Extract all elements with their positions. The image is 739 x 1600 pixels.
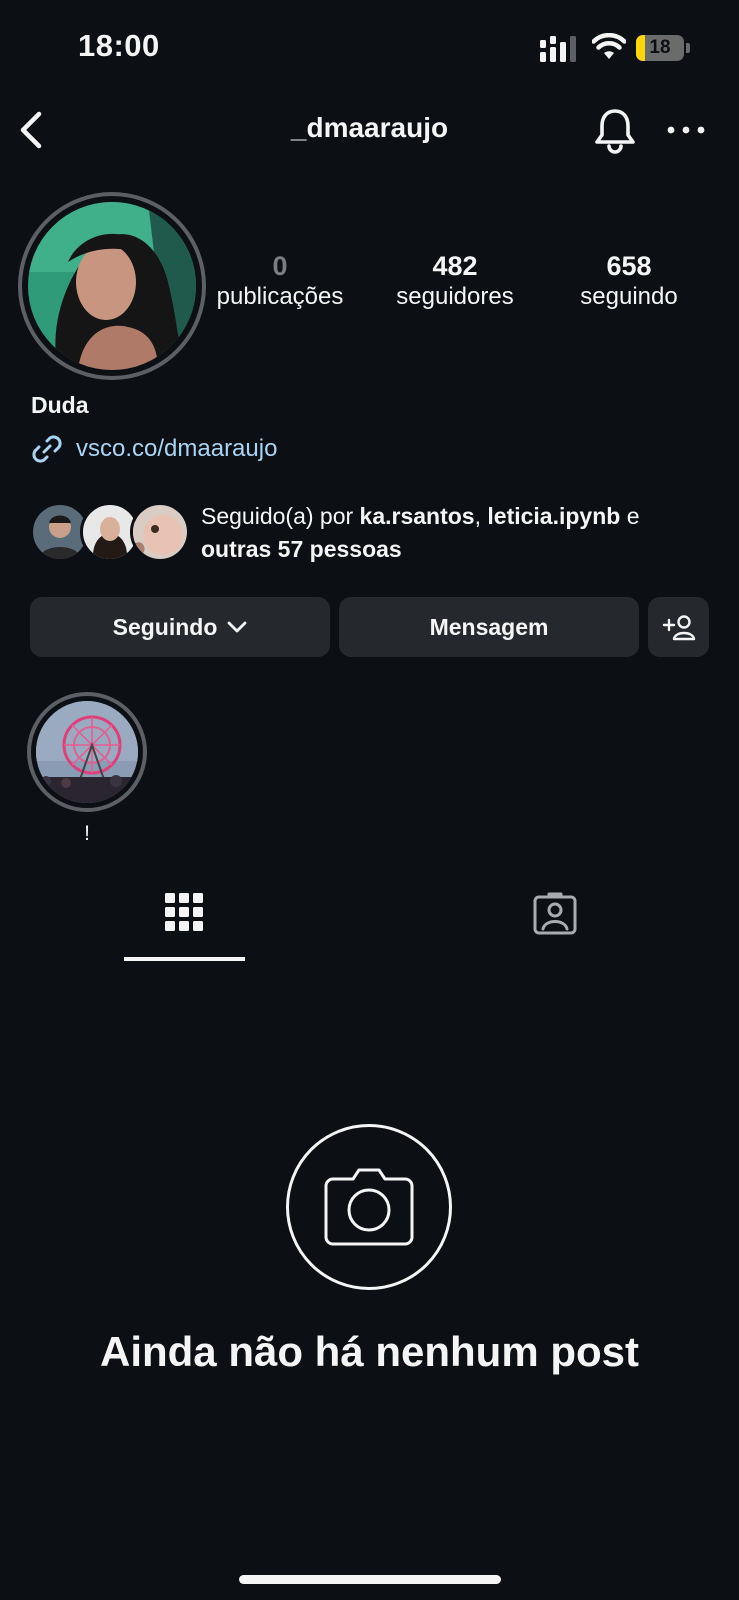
following-button[interactable]: Seguindo xyxy=(30,597,330,657)
chevron-left-icon xyxy=(20,111,42,149)
following-count: 658 xyxy=(606,251,652,281)
story-highlight[interactable] xyxy=(27,692,147,812)
battery-level: 18 xyxy=(649,37,671,58)
grid-icon xyxy=(165,893,203,931)
mutual-user-2[interactable]: leticia.ipynb xyxy=(487,503,620,529)
following-label: seguindo xyxy=(580,283,678,310)
mutual-user-1[interactable]: ka.rsantos xyxy=(360,503,475,529)
bell-icon xyxy=(595,109,635,154)
posts-label: publicações xyxy=(216,283,344,310)
mutual-others[interactable]: outras 57 pessoas xyxy=(201,536,402,562)
back-button[interactable] xyxy=(14,108,50,152)
profile-avatar[interactable] xyxy=(18,192,206,380)
cellular-signal-icon xyxy=(540,36,576,62)
mutual-avatar xyxy=(130,502,190,562)
profile-username: _dmaaraujo xyxy=(290,112,449,143)
ellipsis-icon xyxy=(667,126,705,134)
profile-photo xyxy=(28,202,196,370)
wifi-icon xyxy=(592,33,626,59)
status-time: 18:00 xyxy=(78,28,160,63)
highlight-cover xyxy=(36,701,138,803)
posts-count: 0 xyxy=(272,251,288,281)
mutual-followers-text[interactable]: Seguido(a) por ka.rsantos, leticia.ipynb… xyxy=(201,500,701,566)
highlight-label: ! xyxy=(84,822,90,845)
active-tab-indicator xyxy=(124,957,245,961)
followed-by-conjunction: e xyxy=(620,503,640,529)
display-name: Duda xyxy=(31,392,89,418)
add-user-icon xyxy=(662,615,695,641)
followers-label: seguidores xyxy=(396,283,514,310)
avatar xyxy=(28,202,196,370)
tab-posts-grid[interactable] xyxy=(124,892,244,952)
camera-icon xyxy=(324,1168,414,1246)
message-button[interactable]: Mensagem xyxy=(339,597,639,657)
stat-followers[interactable]: 482 seguidores xyxy=(375,250,535,312)
followers-count: 482 xyxy=(432,251,478,281)
chevron-down-icon xyxy=(227,621,247,633)
stat-posts[interactable]: 0 publicações xyxy=(200,250,360,312)
tagged-person-icon xyxy=(533,892,577,935)
link-icon xyxy=(32,435,62,463)
suggested-users-button[interactable] xyxy=(648,597,709,657)
empty-state-title: Ainda não há nenhum post xyxy=(99,1328,639,1375)
followed-by-separator: , xyxy=(474,503,488,529)
empty-state-camera xyxy=(286,1124,452,1290)
notifications-button[interactable] xyxy=(592,106,638,154)
tab-tagged[interactable] xyxy=(495,892,615,952)
battery-indicator: 18 xyxy=(636,35,690,61)
link-text: vsco.co/dmaaraujo xyxy=(76,435,278,462)
stat-following[interactable]: 658 seguindo xyxy=(549,250,709,312)
home-indicator[interactable] xyxy=(239,1575,501,1584)
bio-link[interactable]: vsco.co/dmaaraujo xyxy=(30,432,277,466)
followed-by-prefix: Seguido(a) por xyxy=(201,503,360,529)
following-button-label: Seguindo xyxy=(112,613,218,640)
message-button-label: Mensagem xyxy=(429,613,549,640)
mutual-followers-avatars[interactable] xyxy=(30,502,190,564)
more-options-button[interactable] xyxy=(664,112,708,148)
